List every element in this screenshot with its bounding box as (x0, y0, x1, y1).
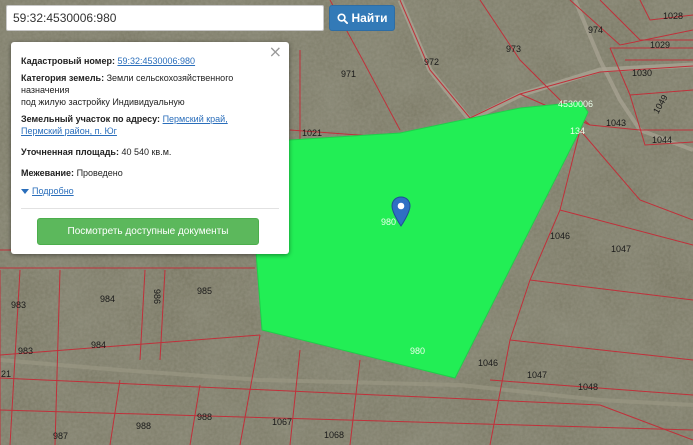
details-label: Подробно (32, 186, 74, 196)
address-link[interactable]: Пермский край, (163, 114, 228, 124)
land-category-value: Земли сельскохозяйственного (106, 73, 234, 83)
parcel-label: 21 (1, 369, 11, 379)
parcel-label: 1046 (550, 231, 570, 241)
details-toggle[interactable]: Подробно (21, 185, 279, 197)
parcel-label: 1046 (478, 358, 498, 368)
parcel-label: 972 (424, 57, 439, 67)
address-label: Земельный участок по адресу: (21, 114, 161, 124)
land-category-value-cont: назначения (21, 85, 70, 95)
land-category-label: Категория земель: (21, 73, 105, 83)
parcel-label: 1028 (663, 11, 683, 21)
parcel-label: 984 (100, 294, 115, 304)
parcel-label: 134 (570, 126, 585, 136)
parcel-label: 1029 (650, 40, 670, 50)
survey-value: Проведено (76, 168, 123, 178)
parcel-label: 1044 (652, 135, 672, 145)
close-button[interactable]: × (269, 43, 282, 61)
parcel-label: 987 (53, 431, 68, 441)
land-use-value: под жилую застройку Индивидуальную (21, 97, 185, 107)
parcel-label: 980 (410, 346, 425, 356)
survey-row: Межевание: Проведено (21, 167, 279, 179)
parcel-label: 971 (341, 69, 356, 79)
caret-down-icon (21, 188, 29, 194)
search-button-label: Найти (351, 11, 388, 25)
parcel-label: 1047 (527, 370, 547, 380)
search-button[interactable]: Найти (329, 5, 395, 31)
cadastral-number-row: Кадастровый номер: 59:32:4530006:980 (21, 55, 279, 67)
parcel-label: 1021 (302, 128, 322, 138)
cadastral-number-link[interactable]: 59:32:4530006:980 (117, 56, 195, 66)
area-row: Уточненная площадь: 40 540 кв.м. (21, 146, 279, 158)
parcel-label: 974 (588, 25, 603, 35)
area-value: 40 540 кв.м. (121, 147, 172, 157)
parcel-label: 1067 (272, 417, 292, 427)
parcel-label: 1068 (324, 430, 344, 440)
parcel-label: 1030 (632, 68, 652, 78)
parcel-label: 985 (197, 286, 212, 296)
parcel-label: 986 (152, 289, 162, 304)
parcel-label: 983 (11, 300, 26, 310)
parcel-label: 983 (18, 346, 33, 356)
search-bar: Найти (6, 5, 395, 31)
map-pin-icon[interactable] (390, 196, 412, 228)
address-row: Земельный участок по адресу: Пермский кр… (21, 113, 279, 137)
survey-label: Межевание: (21, 168, 75, 178)
address-link-cont[interactable]: Пермский район, п. Юг (21, 126, 117, 136)
land-category-row: Категория земель: Земли сельскохозяйстве… (21, 72, 279, 108)
parcel-label: 1043 (606, 118, 626, 128)
cadastral-number-label: Кадастровый номер: (21, 56, 115, 66)
parcel-info-popup: × Кадастровый номер: 59:32:4530006:980 К… (11, 42, 289, 254)
parcel-label: 1047 (611, 244, 631, 254)
parcel-label: 984 (91, 340, 106, 350)
view-documents-button[interactable]: Посмотреть доступные документы (37, 218, 259, 245)
parcel-label: 988 (136, 421, 151, 431)
parcel-label: 1048 (578, 382, 598, 392)
area-label: Уточненная площадь: (21, 147, 119, 157)
search-icon (336, 12, 348, 24)
parcel-label: 4530006 (558, 99, 593, 109)
parcel-label: 973 (506, 44, 521, 54)
cadastral-search-input[interactable] (6, 5, 324, 31)
divider (21, 208, 279, 209)
parcel-label: 988 (197, 412, 212, 422)
